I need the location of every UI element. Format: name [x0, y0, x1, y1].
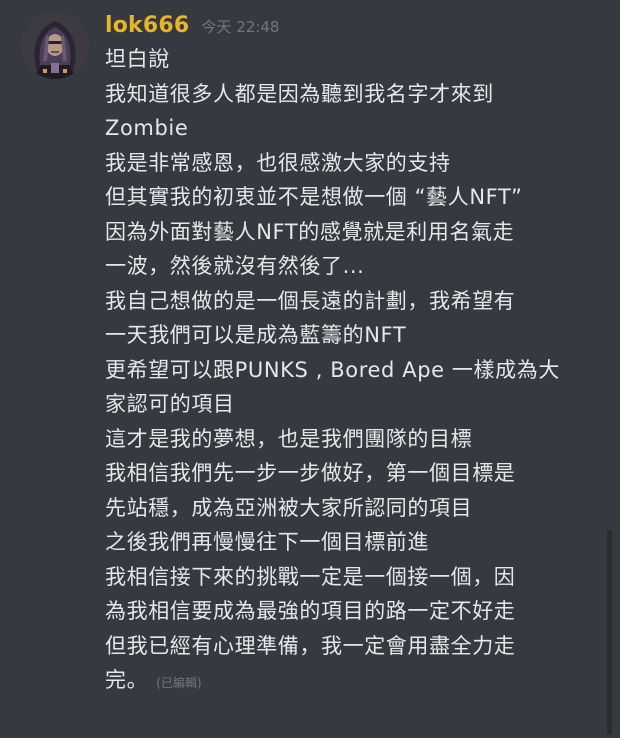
message-header: lok666 今天 22:48 — [105, 13, 279, 43]
message-line: 先站穩，成為亞洲被大家所認同的項目 — [105, 495, 473, 520]
message-line: 我知道很多人都是因為聽到我名字才來到 — [105, 81, 494, 106]
message-line: 因為外面對藝人NFT的感覺就是利用名氣走 — [105, 219, 515, 244]
message-line-text: 完。 — [105, 668, 149, 692]
message-line: 我是非常感恩，也很感激大家的支持 — [105, 150, 451, 175]
message-line-last: 完。 (已編輯) — [105, 663, 600, 698]
message-line: 更希望可以跟PUNKS , Bored Ape 一樣成為大 — [105, 357, 560, 382]
message-line: 我相信接下來的挑戰一定是一個接一個，因 — [105, 564, 516, 589]
chat-message-area: lok666 今天 22:48 坦白說 我知道很多人都是因為聽到我名字才來到 Z… — [0, 0, 620, 738]
message-line: 一天我們可以是成為藍籌的NFT — [105, 323, 407, 347]
message-line: 家認可的項目 — [105, 392, 235, 416]
username[interactable]: lok666 — [105, 13, 189, 38]
avatar[interactable] — [21, 11, 89, 79]
message-line: Zombie — [105, 116, 189, 140]
avatar-image — [21, 11, 89, 79]
message-line: 一波，然後就沒有然後了... — [105, 254, 365, 278]
scrollbar[interactable] — [607, 530, 612, 735]
message-line: 為我相信要成為最強的項目的路一定不好走 — [105, 599, 516, 623]
message-line: 我自己想做的是一個長遠的計劃，我希望有 — [105, 288, 516, 313]
timestamp: 今天 22:48 — [201, 18, 280, 36]
message-line: 我相信我們先一步一步做好，第一個目標是 — [105, 461, 516, 485]
message-line: 但其實我的初衷並不是想做一個 “藝人NFT” — [105, 185, 523, 209]
edited-label: (已編輯) — [156, 676, 202, 690]
message-line: 之後我們再慢慢往下一個目標前進 — [105, 530, 429, 554]
message-line: 這才是我的夢想，也是我們團隊的目標 — [105, 426, 473, 451]
message-line: 坦白說 — [105, 47, 170, 71]
message-line: 但我已經有心理準備，我一定會用盡全力走 — [105, 633, 516, 658]
message-body: 坦白說 我知道很多人都是因為聽到我名字才來到 Zombie 我是非常感恩，也很感… — [105, 42, 600, 698]
